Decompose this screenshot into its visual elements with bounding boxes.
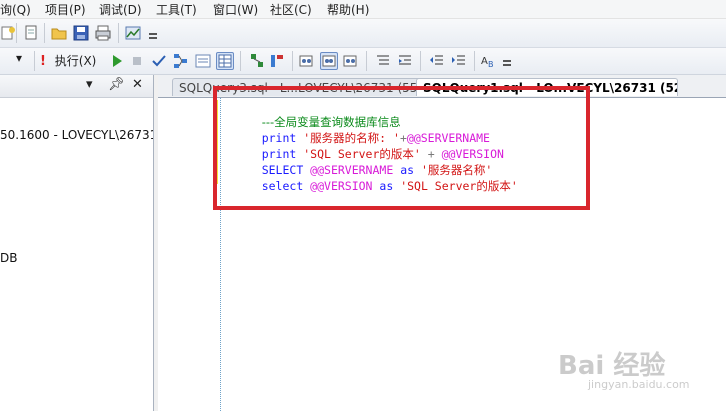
pin-icon[interactable]: 📌︎ [108,77,125,92]
code-line-5[interactable]: select @@VERSION as 'SQL Server的版本' [234,162,518,193]
results-to-grid-icon[interactable] [216,52,234,70]
chart-icon[interactable] [124,24,142,42]
editor-gutter [158,98,216,411]
svg-text:A: A [481,56,488,67]
menu-bar: 询(Q) 项目(P) 调试(D) 工具(T) 窗口(W) 社区(C) 帮助(H) [0,0,726,19]
debug-icon[interactable] [108,52,126,70]
chevron-down-icon: ▾ [16,51,23,65]
file-icon[interactable] [22,24,40,42]
editor-margin-line [220,98,221,411]
toolbar-separator [16,23,17,43]
tab-sqlquery1[interactable]: SQLQuery1.sql - LO...VECYL\26731 (52))* [416,78,678,96]
menu-query[interactable]: 询(Q) [0,1,31,18]
toolbar-separator [366,51,367,71]
code-line-2[interactable]: print '服务器的名称: '+@@SERVERNAME [234,114,490,145]
database-dropdown[interactable]: ▾ [0,51,30,69]
comment-icon[interactable] [268,52,286,70]
dropdown-arrow-icon[interactable]: ▾ [86,77,93,92]
include-plan-icon[interactable] [320,52,338,70]
code-system-variable: @@VERSION [310,179,373,193]
print-icon[interactable] [94,24,112,42]
database-tree-node[interactable]: DB [0,251,17,265]
doc-icon[interactable] [298,52,316,70]
object-explorer-panel: ▾ 📌︎ ✕ 50.1600 - LOVECYL\26731) DB [0,75,154,411]
toolbar-overflow-icon[interactable] [503,60,511,68]
menu-community[interactable]: 社区(C) [270,1,312,18]
change-indicator-bar [214,100,218,184]
toolbar-overflow-icon[interactable] [149,33,157,41]
outdent-icon[interactable] [396,52,414,70]
menu-help[interactable]: 帮助(H) [327,1,369,18]
menu-project[interactable]: 项目(P) [45,1,86,18]
execute-label: 执行(X) [54,54,97,68]
check-icon[interactable] [150,52,168,70]
svg-text:B: B [488,60,494,69]
exclamation-icon: ! [40,54,46,69]
uncomment-icon[interactable] [374,52,392,70]
client-stats-icon[interactable] [342,52,360,70]
indent-icon[interactable] [450,52,468,70]
document-tab-strip: SQLQuery3.sql - L...LOVECYL\26731 (55)) … [158,75,726,98]
server-tree-node[interactable]: 50.1600 - LOVECYL\26731) [0,128,153,146]
standard-toolbar [0,19,726,48]
toolbar-separator [240,51,241,71]
close-icon[interactable]: ✕ [132,77,143,92]
results-to-file-icon[interactable] [248,52,266,70]
code-line-1[interactable]: ---全局变量查询数据库信息 [234,98,401,129]
code-line-3[interactable]: print 'SQL Server的版本' + @@VERSION [234,130,504,161]
toolbar-separator [292,51,293,71]
results-to-text-icon[interactable] [194,52,212,70]
stop-icon[interactable] [128,52,146,70]
open-folder-icon[interactable] [50,24,68,42]
decrease-indent-icon[interactable] [428,52,446,70]
specify-values-icon[interactable]: AB [480,52,498,70]
sql-editor-toolbar: ▾ ! 执行(X) A B [0,48,726,75]
tab-sqlquery3[interactable]: SQLQuery3.sql - L...LOVECYL\26731 (55)) [172,78,422,96]
save-icon[interactable] [72,24,90,42]
query-plan-icon[interactable] [172,52,190,70]
object-explorer-header: ▾ 📌︎ ✕ [0,75,153,98]
sql-editor[interactable]: ---全局变量查询数据库信息 print '服务器的名称: '+@@SERVER… [158,98,726,411]
menu-tools[interactable]: 工具(T) [156,1,197,18]
toolbar-separator [474,51,475,71]
code-keyword: as [372,179,401,193]
code-keyword: select [261,179,311,193]
toolbar-separator [34,51,35,71]
menu-debug[interactable]: 调试(D) [99,1,142,18]
menu-window[interactable]: 窗口(W) [213,1,258,18]
code-string: 'SQL Server的版本' [400,179,518,193]
toolbar-separator [44,23,45,43]
toolbar-separator [420,51,421,71]
code-line-4[interactable]: SELECT @@SERVERNAME as '服务器名称' [234,146,493,177]
execute-button[interactable]: ! 执行(X) [40,52,96,70]
toolbar-separator [118,23,119,43]
